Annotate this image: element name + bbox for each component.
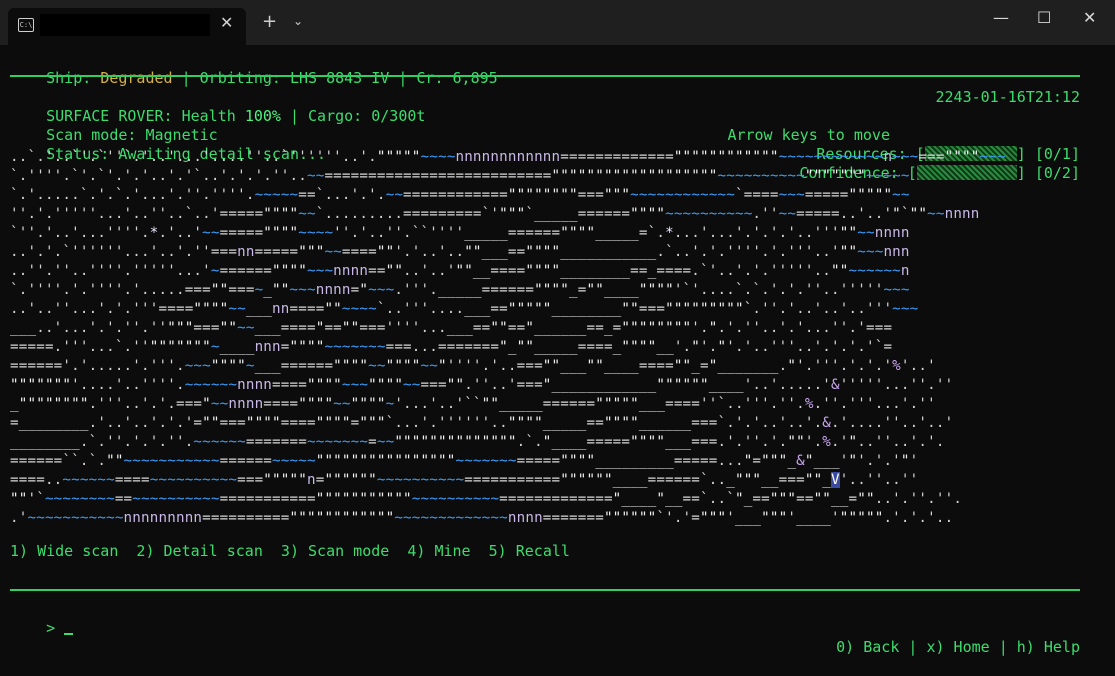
map-row: `''.'..'...''''.*.'..'~~=====""""~~~~''.…	[10, 225, 910, 241]
map-row: `.'.....`.'.`.'...'.''.''''.~~~~~==`...'…	[10, 187, 910, 203]
surface-map: ..`.'..`'.`''`.'..'...'....''..`''''''..…	[10, 148, 1085, 528]
map-row: ___..'...'.'.''.''"""===""~~___===="==""…	[10, 320, 893, 336]
map-row: `.''''.`'.`'.'.'..'.'`..'.'.'.''..~~====…	[10, 168, 910, 184]
ship-label: Ship:	[46, 69, 101, 87]
terminal-tab[interactable]: C:\ ✕	[8, 8, 246, 45]
footer-navigation[interactable]: 0) Back | x) Home | h) Help	[836, 638, 1080, 657]
tab-close-icon[interactable]: ✕	[220, 13, 233, 32]
command-prompt-line[interactable]: > 0) Back | x) Home | h) Help	[10, 600, 1080, 656]
title-bar: C:\ ✕ + ⌄ — ☐ ✕	[0, 0, 1115, 45]
terminal-screen[interactable]: Ship: Degraded | Orbiting: LHS 8843 IV |…	[10, 48, 1085, 656]
scan-mode-line: Scan mode: Magnetic Resources: [] [0/1]	[10, 107, 1080, 163]
map-row: =====.'''...`.''"""""""~____nnn=""""~~~~…	[10, 339, 893, 355]
map-row: `.''''.'.''''.'.....===""===~_""~~~nnnn=…	[10, 282, 910, 298]
map-row: =________.'..'..'.'.'=""===""""====""""=…	[10, 415, 954, 431]
maximize-button[interactable]: ☐	[1037, 8, 1051, 27]
minimize-button[interactable]: —	[993, 8, 1009, 27]
map-row: _"""""""".'''..'.'.==="~~nnnn====""""~~"…	[10, 396, 936, 412]
new-tab-button[interactable]: +	[262, 11, 277, 32]
ship-status-line: Ship: Degraded | Orbiting: LHS 8843 IV |…	[10, 50, 1080, 106]
map-row: .'~~~~~~~~~~~nnnnnnnnn==========""""""""…	[10, 510, 954, 526]
map-row: ""'`~~~~~~~~==~~~~~~~~~~==========="""""…	[10, 491, 963, 507]
map-row: ''.'.'''''...'..''..`..'=====""""~~`....…	[10, 206, 980, 222]
map-row: ..`.'..`'.`''`.'..'...'....''..`''''''..…	[10, 149, 1006, 165]
top-divider	[10, 75, 1080, 77]
map-row: ..'.'.`''''''...'..'.''===nn====="""~~==…	[10, 244, 910, 260]
orbit-credits: | Orbiting: LHS 8843 IV | Cr: 6,895	[172, 69, 498, 87]
ship-condition: Degraded	[100, 69, 173, 87]
tab-title[interactable]	[40, 14, 210, 36]
map-row: ..''.''..''''.'''''...'~======""""~~~nnn…	[10, 263, 910, 279]
terminal-icon: C:\	[18, 18, 34, 32]
command-prompt: >	[46, 619, 65, 637]
chevron-down-icon[interactable]: ⌄	[293, 14, 303, 28]
text-cursor	[64, 633, 74, 635]
action-menu[interactable]: 1) Wide scan 2) Detail scan 3) Scan mode…	[10, 542, 570, 561]
rover-marker: V	[831, 472, 840, 488]
map-row: ..'..''...'.'.'''====""""~~___nn====""~~…	[10, 301, 919, 317]
bottom-divider	[10, 589, 1080, 591]
map-row: ======``.`.""~~~~~~~~~~~======~~~~~"""""…	[10, 453, 919, 469]
close-button[interactable]: ✕	[1083, 8, 1096, 27]
map-row: ________.`.''.'.'.''.~~~~~~=======~~~~~~…	[10, 434, 945, 450]
map-row: """""""'....'..''''.~~~~~~nnnn====""""~~…	[10, 377, 954, 393]
rover-health-line: SURFACE ROVER: Health 100% | Cargo: 0/30…	[10, 88, 1080, 144]
rover-status-line: Status: Awaiting detail scan... Confiden…	[10, 126, 1080, 182]
map-row: ====..~~~~~~====~~~~~~~~~~==="""""n=""""…	[10, 472, 919, 488]
map-row: ======'.'.....'.'''.~~~""""~___======"""…	[10, 358, 936, 374]
